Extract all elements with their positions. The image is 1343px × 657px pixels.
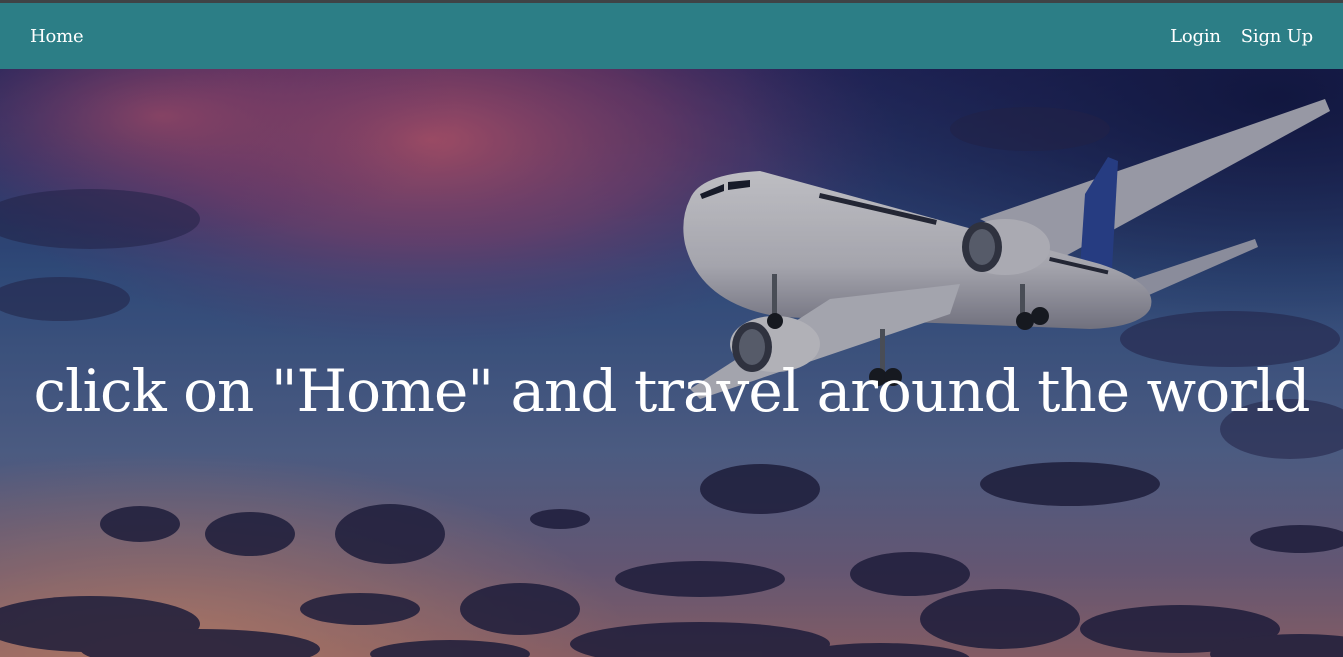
hero-section: click on "Home" and travel around the wo…: [0, 69, 1343, 657]
nav-auth-links: Login Sign Up: [1170, 26, 1313, 47]
nav-home-link[interactable]: Home: [30, 26, 84, 47]
navbar: Home Login Sign Up: [0, 3, 1343, 69]
nav-signup-link[interactable]: Sign Up: [1241, 26, 1313, 47]
hero-headline: click on "Home" and travel around the wo…: [33, 357, 1310, 425]
nav-login-link[interactable]: Login: [1170, 26, 1221, 47]
page: Home Login Sign Up click on "Home" and t…: [0, 0, 1343, 657]
